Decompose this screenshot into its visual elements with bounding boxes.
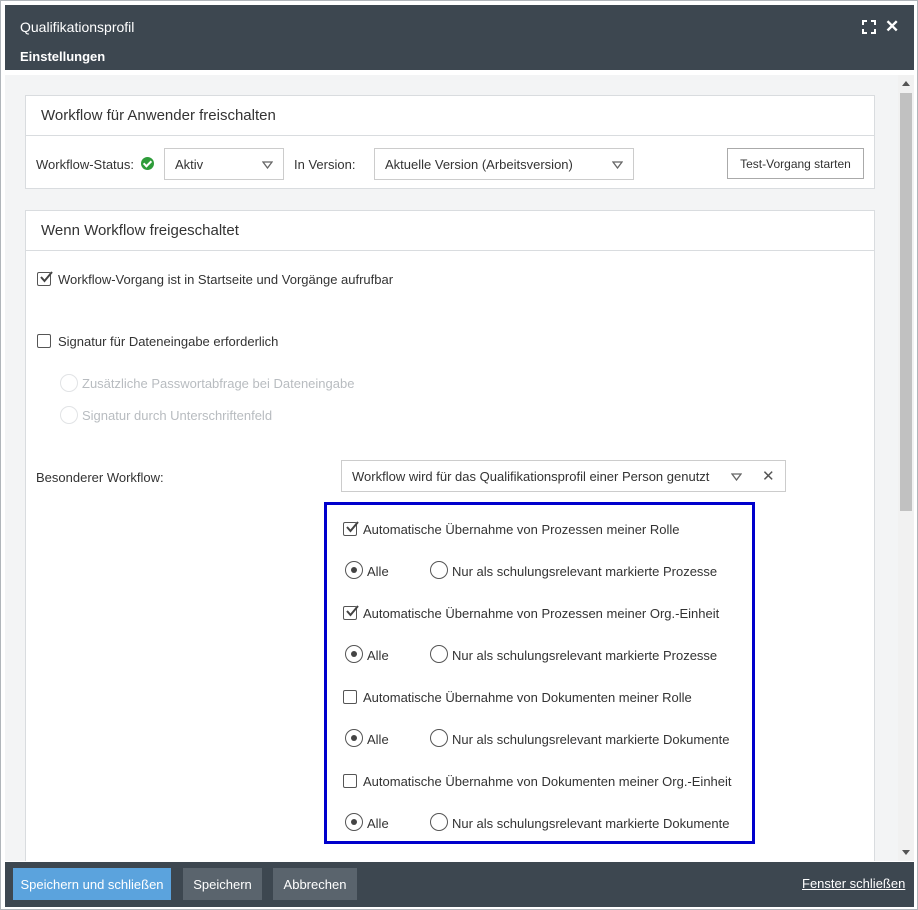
dialog-window: Qualifikationsprofil Einstellungen ✕ Wor…: [0, 0, 918, 910]
maximize-icon[interactable]: [862, 20, 876, 34]
panel-title: Wenn Workflow freigeschaltet: [41, 222, 239, 239]
password-prompt-label: Zusätzliche Passwortabfrage bei Datenein…: [82, 376, 355, 391]
special-workflow-select[interactable]: Workflow wird für das Qualifikationsprof…: [341, 460, 786, 492]
scrollbar-thumb[interactable]: [900, 93, 912, 511]
radio-marked-only[interactable]: [430, 561, 448, 579]
chevron-down-icon: [612, 161, 623, 169]
startpage-checkbox[interactable]: [37, 271, 53, 286]
close-icon[interactable]: ✕: [885, 18, 899, 35]
scroll-up-icon[interactable]: [902, 81, 910, 86]
workflow-status-value: Aktiv: [175, 157, 204, 172]
auto-document-orgunit-checkbox[interactable]: [343, 774, 357, 788]
version-value: Aktuelle Version (Arbeitsversion): [385, 157, 573, 172]
signature-checkbox-label: Signatur für Dateneingabe erforderlich: [58, 334, 279, 349]
radio-marked-only[interactable]: [430, 645, 448, 663]
radio-all[interactable]: [345, 729, 363, 747]
radio-marked-only[interactable]: [430, 729, 448, 747]
auto-process-orgunit-checkbox[interactable]: [343, 605, 359, 620]
workflow-status-select[interactable]: Aktiv: [164, 148, 284, 180]
start-test-button[interactable]: Test-Vorgang starten: [727, 148, 864, 179]
radio-all[interactable]: [345, 813, 363, 831]
radio-marked-only-label: Nur als schulungsrelevant markierte Proz…: [452, 648, 718, 663]
auto-process-orgunit-label: Automatische Übernahme von Prozessen mei…: [363, 606, 720, 621]
save-and-close-button[interactable]: Speichern und schließen: [13, 868, 171, 900]
in-version-label: In Version:: [294, 157, 356, 172]
auto-document-role-label: Automatische Übernahme von Dokumenten me…: [363, 690, 692, 705]
cancel-button[interactable]: Abbrechen: [273, 868, 357, 900]
clear-icon[interactable]: ✕: [762, 467, 775, 485]
panel-header: Workflow für Anwender freischalten: [26, 96, 874, 136]
radio-marked-only[interactable]: [430, 813, 448, 831]
radio-marked-only-label: Nur als schulungsrelevant markierte Doku…: [452, 732, 730, 747]
signature-field-radio[interactable]: [60, 406, 78, 424]
chevron-down-icon: [262, 161, 273, 169]
dialog-footer: Speichern und schließen Speichern Abbrec…: [5, 862, 914, 907]
radio-all[interactable]: [345, 645, 363, 663]
chevron-down-icon: [731, 473, 742, 481]
dialog-titlebar: Qualifikationsprofil Einstellungen ✕: [5, 5, 914, 70]
auto-process-role-label: Automatische Übernahme von Prozessen mei…: [363, 522, 680, 537]
special-workflow-label: Besonderer Workflow:: [36, 470, 164, 485]
scroll-down-icon[interactable]: [902, 850, 910, 855]
password-prompt-radio[interactable]: [60, 374, 78, 392]
status-ok-icon: [141, 157, 154, 170]
radio-all-label: Alle: [367, 816, 389, 831]
dialog-title: Qualifikationsprofil: [20, 19, 135, 35]
radio-all-label: Alle: [367, 732, 389, 747]
panel-header: Wenn Workflow freigeschaltet: [26, 211, 874, 251]
radio-marked-only-label: Nur als schulungsrelevant markierte Proz…: [452, 564, 718, 579]
auto-process-role-checkbox[interactable]: [343, 521, 359, 536]
vertical-scrollbar[interactable]: [898, 75, 914, 861]
save-button[interactable]: Speichern: [183, 868, 262, 900]
version-select[interactable]: Aktuelle Version (Arbeitsversion): [374, 148, 634, 180]
unlock-workflow-panel: Workflow für Anwender freischalten Workf…: [25, 95, 875, 189]
auto-transfer-options: Automatische Übernahme von Prozessen mei…: [324, 502, 755, 844]
auto-document-role-checkbox[interactable]: [343, 690, 357, 704]
radio-all-label: Alle: [367, 564, 389, 579]
dialog-subtitle: Einstellungen: [20, 49, 106, 64]
radio-all-label: Alle: [367, 648, 389, 663]
close-window-link[interactable]: Fenster schließen: [802, 876, 905, 891]
signature-field-label: Signatur durch Unterschriftenfeld: [82, 408, 273, 423]
radio-marked-only-label: Nur als schulungsrelevant markierte Doku…: [452, 816, 730, 831]
special-workflow-value: Workflow wird für das Qualifikationsprof…: [352, 469, 710, 484]
radio-all[interactable]: [345, 561, 363, 579]
signature-checkbox[interactable]: [37, 334, 51, 348]
startpage-checkbox-label: Workflow-Vorgang ist in Startseite und V…: [58, 272, 394, 287]
workflow-status-label: Workflow-Status:: [36, 157, 135, 172]
panel-title: Workflow für Anwender freischalten: [41, 107, 276, 124]
auto-document-orgunit-label: Automatische Übernahme von Dokumenten me…: [363, 774, 732, 789]
